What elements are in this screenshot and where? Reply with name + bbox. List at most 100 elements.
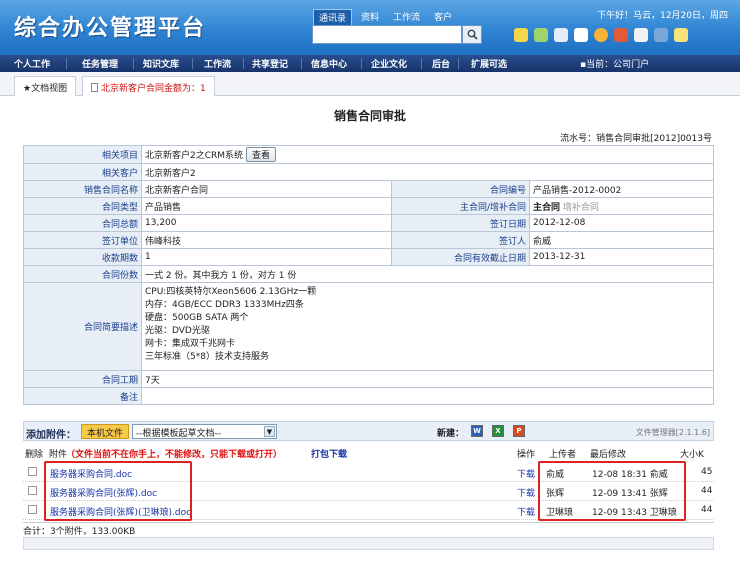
nav-info-center[interactable]: 信息中心 [311,57,347,70]
nav-extensions[interactable]: 扩展可选 [471,57,507,70]
shirt-icon[interactable] [574,28,588,42]
doc-tabstrip: ★文档视图 北京新客户合同金额为：1 [0,72,740,96]
description-line: CPU:四核英特尔Xeon5606 2.13GHz一颗 [145,287,317,297]
field-label: 签订单位 [23,231,142,249]
horizontal-scrollbar[interactable] [23,537,714,550]
nav-workflow[interactable]: 工作流 [204,57,231,70]
delete-checkbox[interactable] [28,467,37,476]
signer-value: 俞威 [529,231,714,249]
tab-materials[interactable]: 资料 [356,9,384,26]
description-line: 网卡：集成双千兆网卡 [145,339,236,349]
field-label: 合同编号 [391,180,530,198]
home-icon[interactable] [514,28,528,42]
highlight-box-uploaders [538,461,686,521]
view-button[interactable]: 查看 [246,147,277,162]
tab-contract-alert[interactable]: 北京新客户合同金额为：1 [82,76,215,96]
remark-value [141,387,714,405]
sign-unit-value: 伟峰科技 [141,231,392,249]
document-icon [91,83,98,92]
tab-doc-view[interactable]: ★文档视图 [14,76,77,96]
template-select-value: --根据模板起草文档-- [136,429,221,439]
col-uploader: 上传者 [549,450,577,460]
col-delete: 删除 [25,450,44,460]
field-label: 收款期数 [23,248,142,266]
sign-date-value: 2012-12-08 [529,214,714,232]
sun-icon[interactable] [594,28,608,42]
attachment-notice: （文件当前不在你手上，不能修改，只能下载或打开） [66,450,283,460]
copies-value: 一式 2 份。其中我方 1 份，对方 1 份 [141,265,714,283]
contract-type-value: 产品销售 [141,197,392,215]
nav-corporate-culture[interactable]: 企业文化 [371,57,407,70]
search-button[interactable] [462,25,482,44]
file-size: 45 [701,467,713,477]
tab-customer[interactable]: 客户 [429,9,457,26]
current-portal[interactable]: ▪当前：公司门户 [580,57,649,70]
field-label: 合同份数 [23,265,142,283]
excel-icon[interactable]: X [492,425,504,437]
mail-icon[interactable] [554,28,568,42]
template-select[interactable]: --根据模板起草文档-- ▼ [132,424,277,439]
word-icon[interactable]: W [471,425,483,437]
download-link[interactable]: 下载 [517,486,535,499]
expire-date-value: 2013-12-31 [529,248,714,266]
toolbar-icons [514,28,688,42]
search-icon [467,29,478,40]
nav-personal-work[interactable]: 个人工作 [14,57,50,70]
related-project-value: 北京新客户2之CRM系统 [145,151,244,161]
description-line: 光驱：DVD光驱 [145,326,210,336]
contract-form: 相关项目 北京新客户2之CRM系统 查看 相关客户 北京新客户2 销售合同名称 北… [23,145,714,405]
nav-shared-registration[interactable]: 共享登记 [252,57,288,70]
delete-checkbox[interactable] [28,505,37,514]
download-link[interactable]: 下载 [517,505,535,518]
contract-description: CPU:四核英特尔Xeon5606 2.13GHz一颗 内存：4GB/ECC D… [141,282,714,371]
field-label: 合同有效截止日期 [391,248,530,266]
main-contract-value: 主合同 [533,202,561,213]
field-label: 相关项目 [23,145,142,164]
tab-workflow[interactable]: 工作流 [388,9,425,26]
app-header: 综合办公管理平台 通讯录 资料 工作流 客户 下午好！马云，12月20日，周四 [0,0,740,55]
field-label: 合同总额 [23,214,142,232]
nav-divider [133,58,134,69]
nav-divider [192,58,193,69]
calendar-icon[interactable] [634,28,648,42]
field-label: 签订日期 [391,214,530,232]
page-title: 销售合同审批 [333,109,406,123]
nav-divider [421,58,422,69]
main-contract-cell: 主合同 增补合同 [529,197,714,215]
payment-periods-value: 1 [141,248,392,266]
nav-backend[interactable]: 后台 [432,57,450,70]
file-manager-link[interactable]: 文件管理器[2.1.1.6] [636,427,710,438]
field-label: 合同类型 [23,197,142,215]
nav-knowledge-library[interactable]: 知识文库 [143,57,179,70]
refresh-icon[interactable] [534,28,548,42]
nav-divider [243,58,244,69]
description-line: 内存：4GB/ECC DDR3 1333MHz四条 [145,300,304,310]
chevron-down-icon[interactable]: ▼ [264,426,275,437]
nav-task-management[interactable]: 任务管理 [82,57,118,70]
col-size: 大小K [680,450,704,460]
note-icon[interactable] [674,28,688,42]
field-label: 销售合同名称 [23,180,142,198]
tab-address-book[interactable]: 通讯录 [313,9,353,26]
attachment-total: 合计：3个附件，133.00KB [23,522,714,537]
contract-total-value: 13,200 [141,214,392,232]
greeting-text: 下午好！马云，12月20日，周四 [597,11,728,21]
local-file-button[interactable]: 本机文件 [81,424,130,439]
attachment-header: 删除 附件 （文件当前不在你手上，不能修改，只能下载或打开） 打包下载 操作 上… [23,445,714,460]
nav-divider [301,58,302,69]
col-operation: 操作 [517,450,536,460]
user-icon[interactable] [654,28,668,42]
image-icon[interactable] [614,28,628,42]
description-line: 三年标准（5*8）技术支持服务 [145,352,269,362]
contract-no-value: 产品销售-2012-0002 [529,180,714,198]
add-attachment-label: 添加附件： [26,430,76,441]
pack-download-link[interactable]: 打包下载 [311,447,347,460]
field-label: 签订人 [391,231,530,249]
nav-divider [458,58,459,69]
delete-checkbox[interactable] [28,486,37,495]
related-customer-value: 北京新客户2 [141,163,714,181]
search-input[interactable] [312,25,462,44]
field-label: 备注 [23,387,142,405]
download-link[interactable]: 下载 [517,467,535,480]
powerpoint-icon[interactable]: P [513,425,525,437]
